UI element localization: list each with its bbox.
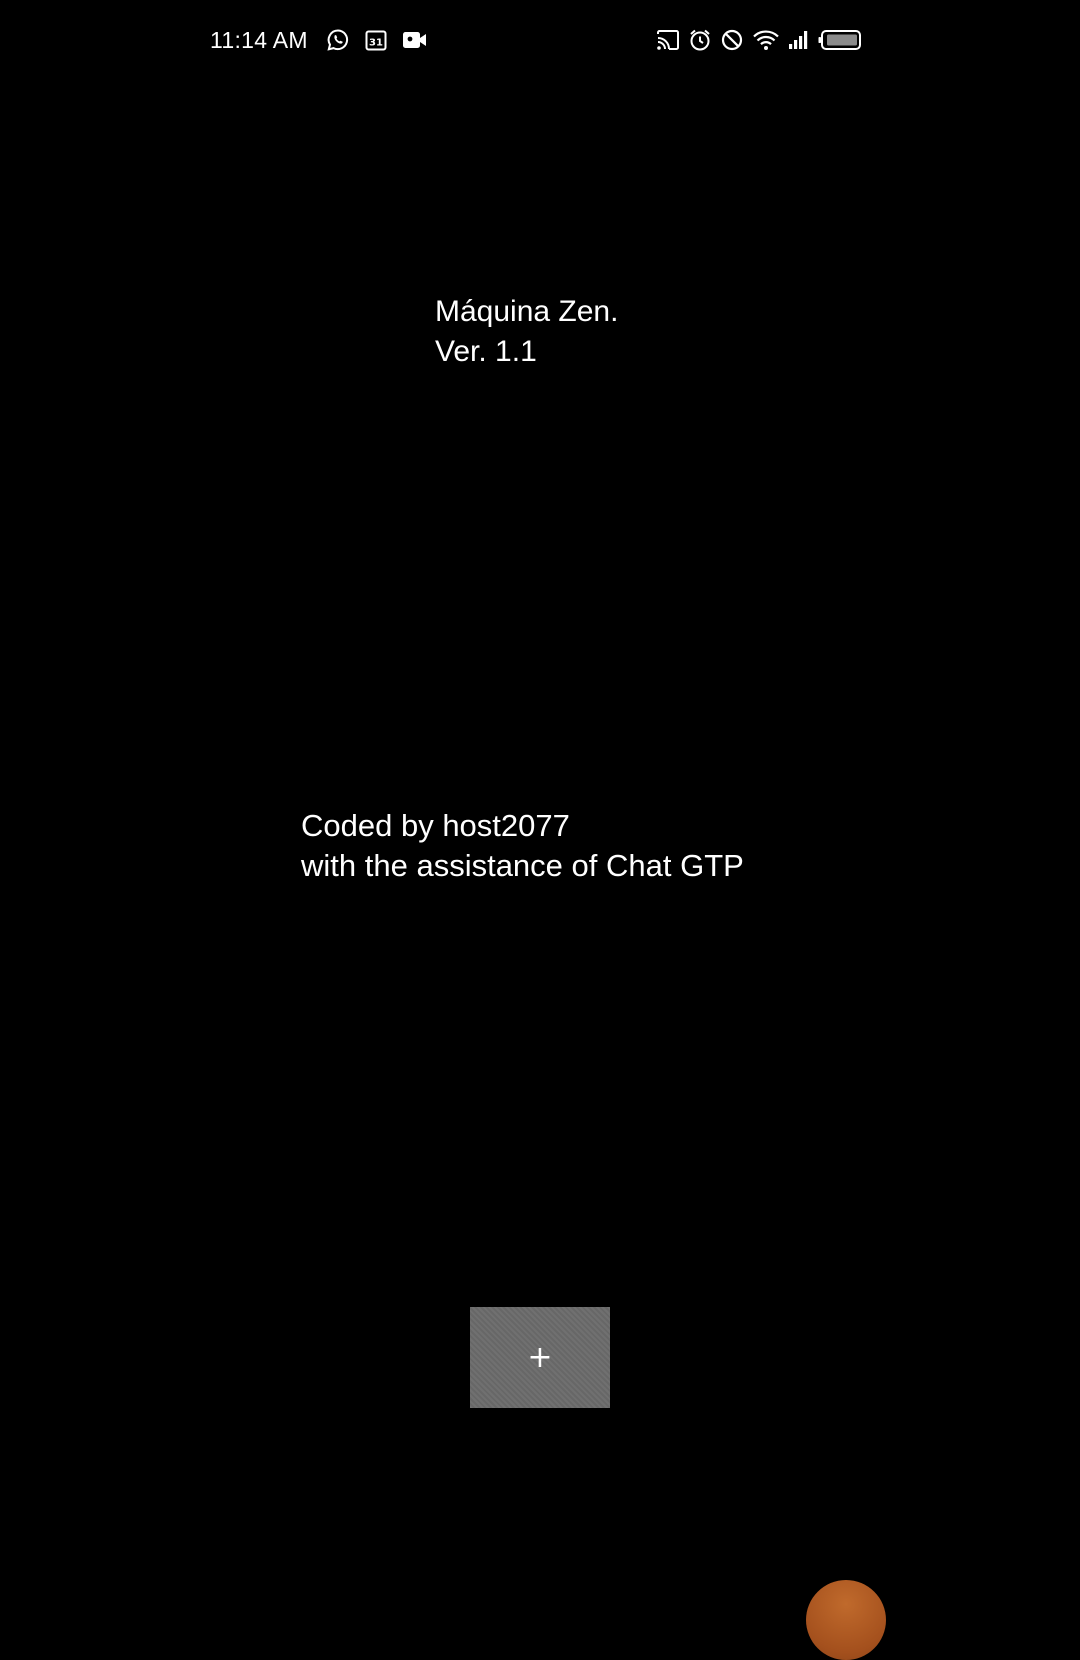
plus-icon: + bbox=[527, 1340, 553, 1375]
cast-icon bbox=[656, 29, 680, 51]
status-clock: 11:14 AM bbox=[210, 26, 308, 53]
credits-assistance: with the assistance of Chat GTP bbox=[301, 848, 744, 883]
wifi-icon bbox=[752, 28, 780, 52]
status-left-group: 11:14 AM 31 bbox=[210, 24, 428, 56]
status-right-group bbox=[656, 24, 862, 56]
app-title-block: Máquina Zen. Ver. 1.1 bbox=[435, 292, 618, 372]
status-bar: 11:14 AM 31 bbox=[0, 0, 1080, 80]
do-not-disturb-icon bbox=[720, 28, 744, 52]
app-title: Máquina Zen. bbox=[435, 295, 619, 328]
credits-block: Coded by host2077 with the assistance of… bbox=[301, 806, 744, 886]
credits-author: Coded by host2077 bbox=[301, 808, 570, 843]
whatsapp-icon bbox=[326, 28, 350, 52]
floating-bubble[interactable] bbox=[806, 1580, 886, 1660]
app-version: Ver. 1.1 bbox=[435, 335, 537, 368]
battery-icon bbox=[818, 28, 862, 52]
calendar-day-text: 31 bbox=[369, 38, 383, 49]
alarm-icon bbox=[688, 28, 712, 52]
signal-icon bbox=[788, 29, 810, 51]
video-camera-icon bbox=[402, 29, 428, 51]
calendar-icon: 31 bbox=[364, 28, 388, 52]
add-button[interactable]: + bbox=[470, 1307, 610, 1408]
